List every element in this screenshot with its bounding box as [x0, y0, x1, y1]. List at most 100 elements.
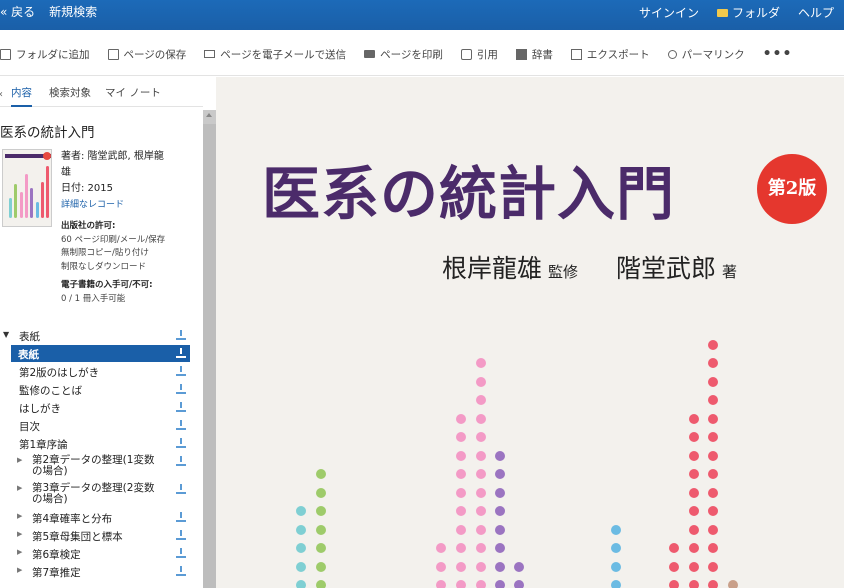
download-icon[interactable] [176, 384, 186, 394]
permalink-button[interactable]: パーマリンク [667, 47, 745, 62]
export-button[interactable]: エクスポート [570, 47, 650, 62]
download-icon[interactable] [176, 402, 186, 412]
download-icon[interactable] [176, 512, 186, 522]
scrollbar-thumb[interactable] [203, 124, 216, 588]
date-line: 日付: 2015 [61, 183, 113, 194]
help-link[interactable]: ヘルプ [798, 4, 834, 21]
thumbnail-dot-column [41, 182, 44, 218]
cover-dot [456, 506, 466, 516]
toc-item-selected[interactable]: 表紙 [11, 345, 190, 362]
thumbnail-dot-column [25, 174, 28, 218]
back-link[interactable]: « 戻る [0, 3, 35, 20]
folder-add-icon [0, 48, 11, 60]
cover-dot [708, 524, 718, 535]
download-icon[interactable] [176, 420, 186, 430]
dictionary-button[interactable]: 辞書 [515, 47, 553, 62]
scroll-up-arrow-icon[interactable] [206, 113, 212, 117]
download-icon[interactable] [176, 456, 186, 466]
thumbnail-edition-badge [43, 152, 51, 160]
toc-item[interactable]: ▶ 第3章データの整理(2変数の場合) [0, 481, 190, 507]
toc-item[interactable]: 第1章序論 [0, 435, 190, 452]
cover-dot [689, 543, 699, 553]
sign-in-link[interactable]: サインイン [639, 4, 699, 21]
cover-dot [495, 450, 505, 461]
toc-item[interactable]: ▶ 第7章推定 [0, 563, 190, 580]
cover-dot [476, 469, 486, 479]
cover-dot [316, 543, 326, 553]
cover-dot [436, 543, 446, 553]
permission-copy-line: 無制限コピー/貼り付け [61, 248, 149, 258]
tab-search-within[interactable]: 検索対象 [49, 85, 91, 100]
toc-label: 第3章データの整理(2変数の場合) [32, 482, 155, 505]
add-to-folder-button[interactable]: フォルダに追加 [0, 47, 90, 62]
toc-item[interactable]: ▶ 第6章検定 [0, 545, 190, 562]
collapse-sidebar-icon[interactable]: ‹ [0, 89, 3, 100]
toc-item[interactable]: 第2版のはしがき [0, 363, 190, 380]
email-page-button[interactable]: ページを電子メールで送信 [204, 47, 346, 62]
author-line: 著者: 階堂武郎, 根岸龍雄 [61, 151, 164, 178]
more-options-button[interactable]: ••• [763, 46, 793, 62]
download-icon[interactable] [176, 438, 186, 448]
toc-item[interactable]: 目次 [0, 417, 190, 434]
collapsed-triangle-icon: ▶ [17, 484, 23, 492]
cover-dot [689, 450, 699, 461]
download-icon[interactable] [176, 566, 186, 576]
cover-dot [456, 580, 466, 588]
email-page-label: ページを電子メールで送信 [220, 48, 347, 61]
cover-dot [296, 543, 306, 553]
cover-dot [689, 561, 699, 572]
toc-label: 監修のことば [19, 385, 82, 397]
toc-item[interactable]: 監修のことば [0, 381, 190, 398]
toc-item[interactable]: ▶ 第4章確率と分布 [0, 509, 190, 526]
sidebar-scrollbar[interactable] [203, 110, 216, 588]
mail-icon [204, 50, 216, 58]
download-icon[interactable] [176, 366, 186, 376]
cover-dot [316, 506, 326, 516]
export-label: エクスポート [586, 48, 650, 61]
dictionary-icon [515, 48, 527, 60]
download-icon[interactable] [176, 330, 186, 340]
cover-dot [708, 358, 718, 368]
toc-item[interactable]: ▶ 第2章データの整理(1変数の場合) [0, 453, 190, 479]
detailed-record-link[interactable]: 詳細なレコード [61, 197, 171, 213]
supervisor-name: 根岸龍雄 [442, 254, 543, 283]
ebook-availability-heading: 電子書籍の入手可/不可: [61, 280, 153, 290]
cover-dot [708, 561, 718, 572]
tab-my-notes[interactable]: マイ ノート [105, 85, 161, 100]
download-icon[interactable] [176, 348, 186, 358]
cover-thumbnail[interactable] [2, 149, 52, 227]
cover-dot [316, 469, 326, 479]
permission-download-line: 制限なしダウンロード [61, 261, 147, 272]
print-page-button[interactable]: ページを印刷 [364, 47, 443, 62]
supervisor-role: 監修 [548, 263, 579, 281]
download-icon[interactable] [176, 548, 186, 558]
folder-link[interactable]: フォルダ [716, 4, 780, 21]
cover-dot [708, 432, 718, 442]
print-icon [364, 50, 376, 58]
download-icon[interactable] [176, 484, 186, 494]
tab-contents[interactable]: 内容 [11, 85, 32, 107]
cover-dot [316, 487, 326, 498]
cite-button[interactable]: 引用 [460, 47, 498, 62]
toc-label: 第4章確率と分布 [32, 513, 113, 525]
toc-item[interactable]: ▶ 第5章母集団と標本 [0, 527, 190, 544]
cover-authors: 根岸龍雄 監修 階堂武郎著 [442, 249, 775, 285]
toc-label: 表紙 [19, 331, 40, 343]
toc-label: 第6章検定 [32, 549, 81, 561]
permalink-label: パーマリンク [681, 48, 745, 61]
toc-item[interactable]: はしがき [0, 399, 190, 416]
collapsed-triangle-icon: ▶ [17, 566, 23, 574]
collapsed-triangle-icon: ▶ [17, 548, 23, 556]
toc-item[interactable]: ▼ 表紙 [0, 327, 190, 344]
cover-dot [495, 580, 505, 588]
cover-dot [708, 469, 718, 479]
permissions-block: 出版社の許可: 60 ページ印刷/メール/保存 無制限コピー/貼り付け 制限なし… [61, 220, 181, 306]
download-icon[interactable] [176, 530, 186, 540]
folder-label: フォルダ [731, 6, 780, 20]
cover-dot [708, 450, 718, 461]
collapsed-triangle-icon: ▶ [17, 512, 23, 520]
save-page-button[interactable]: ページの保存 [107, 47, 186, 62]
cover-dot [456, 543, 466, 553]
page-viewer: 医系の統計入門 第2版 根岸龍雄 監修 階堂武郎著 [216, 77, 844, 588]
new-search-link[interactable]: 新規検索 [49, 3, 97, 20]
